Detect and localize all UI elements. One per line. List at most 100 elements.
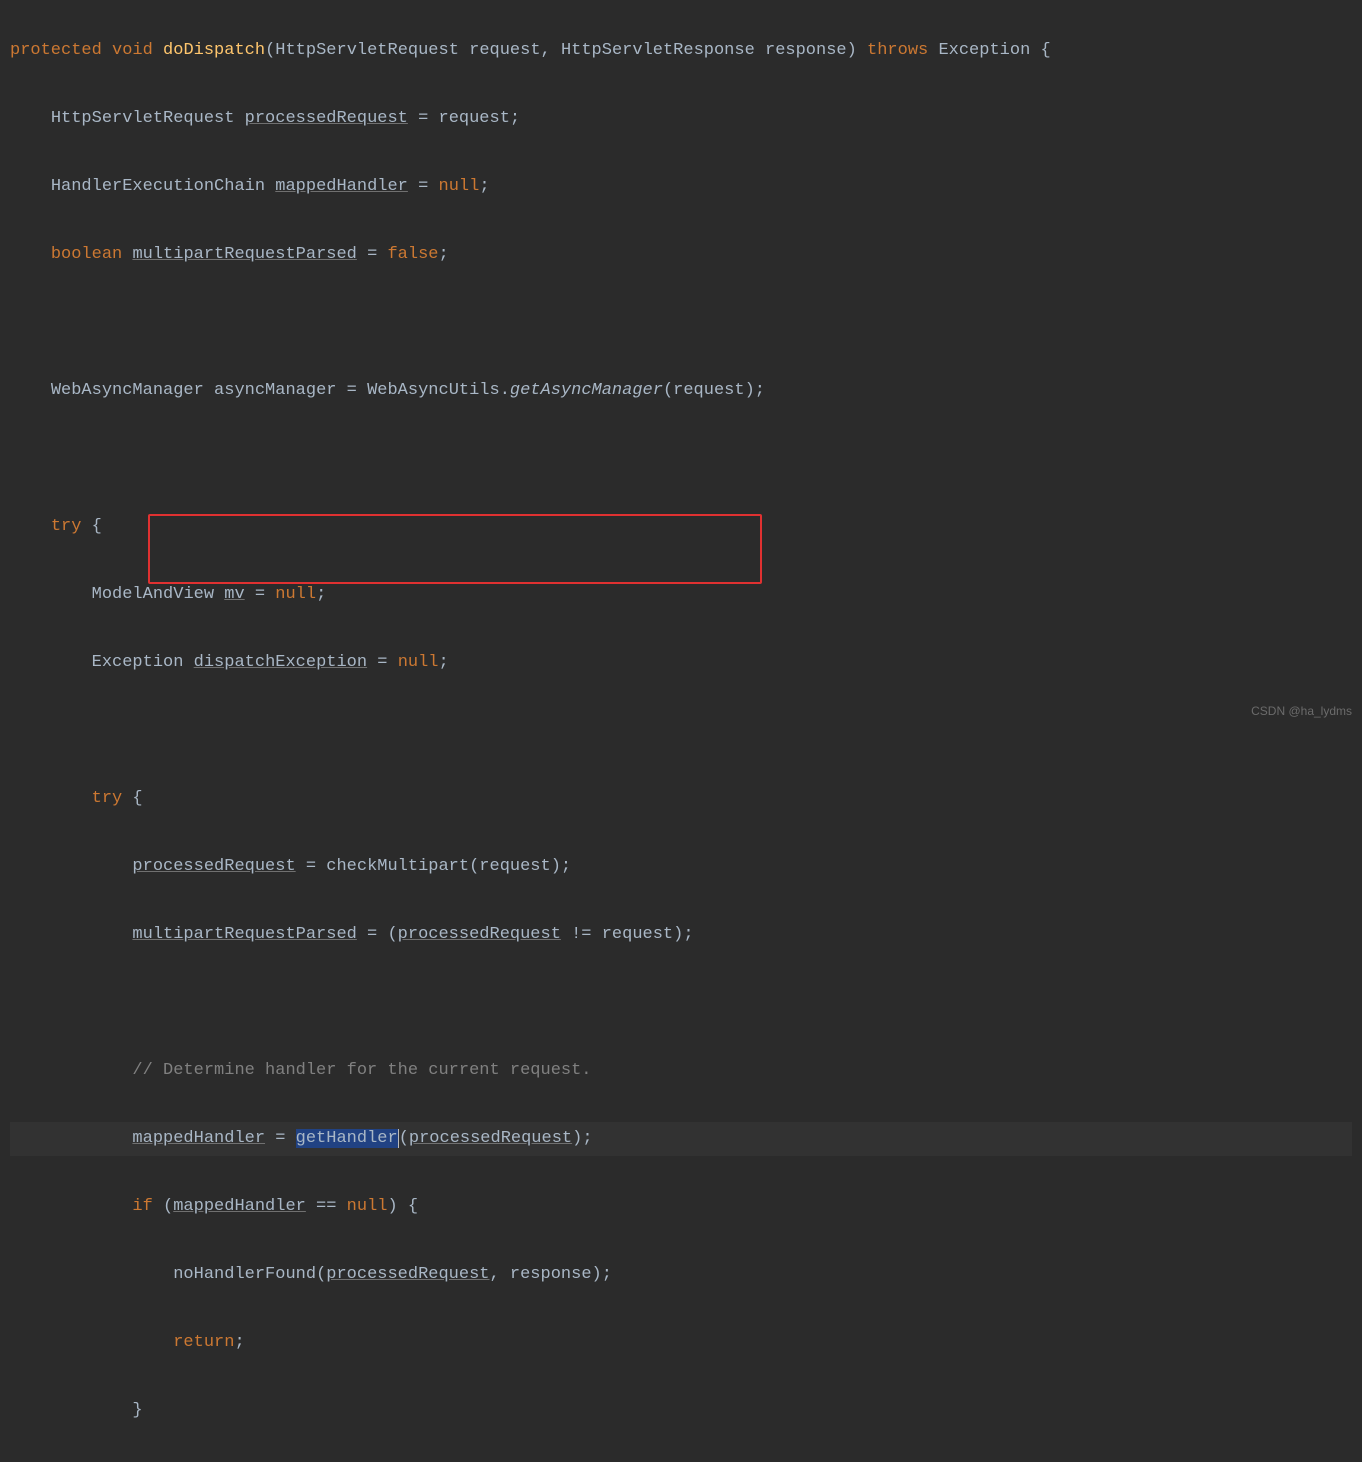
keyword-try: try <box>51 517 82 536</box>
paren-open: ( <box>153 1197 173 1216</box>
code-editor[interactable]: protected void doDispatch(HttpServletReq… <box>0 0 1362 1462</box>
code-line-current: mappedHandler = getHandler(processedRequ… <box>10 1122 1352 1156</box>
semi: ; <box>439 653 449 672</box>
brace: { <box>122 789 142 808</box>
var: processedRequest <box>245 109 408 128</box>
dot: . <box>500 381 510 400</box>
class: WebAsyncUtils <box>367 381 500 400</box>
op: = <box>367 653 398 672</box>
brace: { <box>81 517 101 536</box>
type: HttpServletRequest <box>51 109 235 128</box>
arg: request <box>673 381 744 400</box>
var: asyncManager <box>214 381 336 400</box>
keyword-return: return <box>173 1333 234 1352</box>
arg: processedRequest <box>398 925 561 944</box>
code-line: boolean multipartRequestParsed = false; <box>10 238 1352 272</box>
brace: { <box>1040 41 1050 60</box>
code-line: processedRequest = checkMultipart(reques… <box>10 850 1352 884</box>
semi: ; <box>510 109 520 128</box>
code-line: try { <box>10 782 1352 816</box>
paren-close: ); <box>551 857 571 876</box>
op: == <box>306 1197 347 1216</box>
null: null <box>439 177 480 196</box>
op: = <box>245 585 276 604</box>
paren-close: ); <box>572 1129 592 1148</box>
paren-open: ( <box>663 381 673 400</box>
code-line: protected void doDispatch(HttpServletReq… <box>10 34 1352 68</box>
var: dispatchException <box>194 653 367 672</box>
code-line: // Determine handler for the current req… <box>10 1054 1352 1088</box>
op: = <box>408 177 439 196</box>
code-line: Exception dispatchException = null; <box>10 646 1352 680</box>
arg: processedRequest <box>409 1129 572 1148</box>
arg: request <box>602 925 673 944</box>
code-line: WebAsyncManager asyncManager = WebAsyncU… <box>10 374 1352 408</box>
arg: processedRequest <box>326 1265 489 1284</box>
op: = ( <box>357 925 398 944</box>
null: null <box>398 653 439 672</box>
paren-close: ); <box>673 925 693 944</box>
comma: , <box>541 41 561 60</box>
null: null <box>347 1197 388 1216</box>
code-line: noHandlerFound(processedRequest, respons… <box>10 1258 1352 1292</box>
code-line: multipartRequestParsed = (processedReque… <box>10 918 1352 952</box>
false: false <box>387 245 438 264</box>
paren-close: ); <box>592 1265 612 1284</box>
brace: } <box>132 1401 142 1420</box>
var: mv <box>224 585 244 604</box>
null: null <box>275 585 316 604</box>
val: request <box>439 109 510 128</box>
watermark: CSDN @ha_lydms <box>1251 694 1352 728</box>
op: = <box>357 245 388 264</box>
op: = <box>408 109 439 128</box>
var: processedRequest <box>132 857 295 876</box>
keyword-boolean: boolean <box>51 245 122 264</box>
type: WebAsyncManager <box>51 381 204 400</box>
code-line: return; <box>10 1326 1352 1360</box>
paren-open: ( <box>265 41 275 60</box>
var: multipartRequestParsed <box>132 245 356 264</box>
code-line: HandlerExecutionChain mappedHandler = nu… <box>10 170 1352 204</box>
param: response <box>765 41 847 60</box>
type: HttpServletRequest <box>275 41 459 60</box>
var: mappedHandler <box>132 1129 265 1148</box>
keyword-protected: protected <box>10 41 102 60</box>
semi: ; <box>439 245 449 264</box>
semi: ; <box>316 585 326 604</box>
paren-close: ) { <box>387 1197 418 1216</box>
static-method: getAsyncManager <box>510 381 663 400</box>
paren-close: ) <box>847 41 867 60</box>
type: HttpServletResponse <box>561 41 755 60</box>
keyword-if: if <box>132 1197 152 1216</box>
code-line: if (mappedHandler == null) { <box>10 1190 1352 1224</box>
arg: response <box>510 1265 592 1284</box>
comment: // Determine handler for the current req… <box>132 1061 591 1080</box>
paren-close: ); <box>745 381 765 400</box>
param: request <box>469 41 540 60</box>
op: != <box>561 925 602 944</box>
op: = <box>336 381 367 400</box>
semi: ; <box>234 1333 244 1352</box>
comma: , <box>490 1265 510 1284</box>
code-line <box>10 714 1352 748</box>
keyword-throws: throws <box>867 41 928 60</box>
arg: request <box>479 857 550 876</box>
method: checkMultipart <box>326 857 469 876</box>
method-doDispatch: doDispatch <box>163 41 265 60</box>
code-line: } <box>10 1394 1352 1428</box>
var: mappedHandler <box>275 177 408 196</box>
op: = <box>265 1129 296 1148</box>
type: HandlerExecutionChain <box>51 177 265 196</box>
code-line: try { <box>10 510 1352 544</box>
var: mappedHandler <box>173 1197 306 1216</box>
selected-method: getHandler <box>296 1129 398 1148</box>
type: Exception <box>938 41 1030 60</box>
code-line: ModelAndView mv = null; <box>10 578 1352 612</box>
type: ModelAndView <box>92 585 214 604</box>
op: = <box>296 857 327 876</box>
var: multipartRequestParsed <box>132 925 356 944</box>
paren-open: ( <box>469 857 479 876</box>
code-line <box>10 442 1352 476</box>
paren-open: ( <box>399 1129 409 1148</box>
code-line <box>10 306 1352 340</box>
